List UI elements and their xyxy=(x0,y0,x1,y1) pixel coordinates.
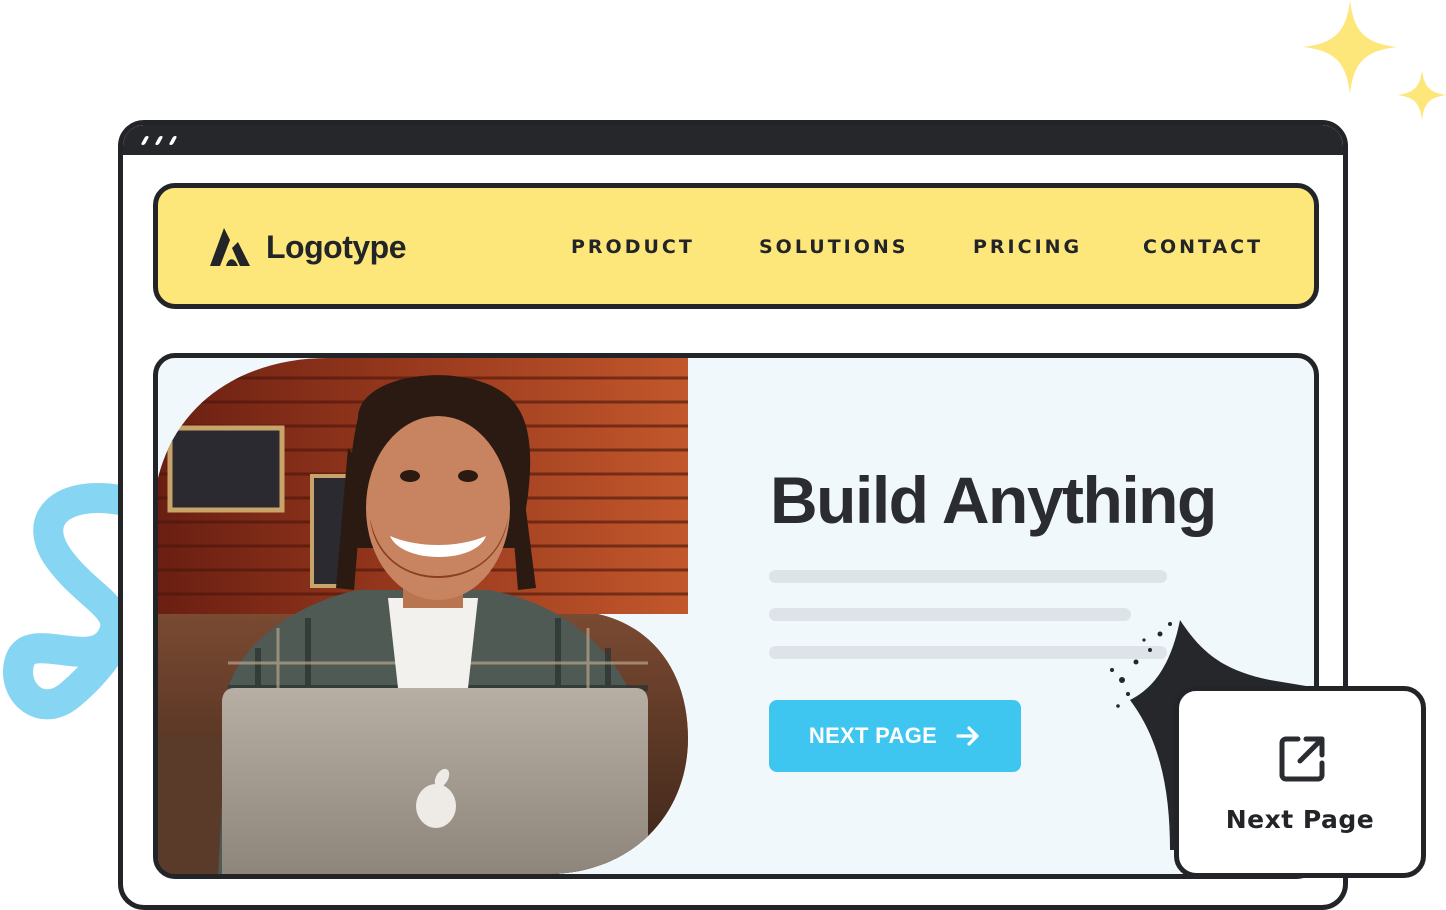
sparkle-large-icon xyxy=(1303,0,1397,94)
sparkle-small-icon xyxy=(1397,70,1446,120)
window-titlebar xyxy=(123,125,1343,155)
arrow-right-icon xyxy=(956,726,979,746)
external-link-icon xyxy=(1279,736,1325,782)
placeholder-text-line xyxy=(769,608,1131,621)
nav-item-solutions[interactable]: SOLUTIONS xyxy=(759,236,908,258)
hero-photo xyxy=(158,358,688,874)
placeholder-text-line xyxy=(769,570,1167,583)
next-page-button-label: NEXT PAGE xyxy=(808,723,938,748)
next-page-card[interactable]: Next Page xyxy=(1174,686,1426,878)
nav-item-product[interactable]: PRODUCT xyxy=(571,236,695,258)
nav-item-pricing[interactable]: PRICING xyxy=(973,236,1082,258)
nav-item-contact[interactable]: CONTACT xyxy=(1143,236,1263,258)
next-page-card-label: Next Page xyxy=(1225,805,1375,834)
window-control-dot[interactable] xyxy=(140,135,150,145)
next-page-button[interactable]: NEXT PAGE xyxy=(769,700,1021,772)
window-control-dot[interactable] xyxy=(168,135,178,145)
window-control-dot[interactable] xyxy=(154,135,164,145)
site-navbar: Logotype PRODUCT SOLUTIONS PRICING CONTA… xyxy=(153,183,1319,309)
nav-menu: PRODUCT SOLUTIONS PRICING CONTACT xyxy=(158,236,1314,266)
hero-title: Build Anything xyxy=(770,463,1217,537)
